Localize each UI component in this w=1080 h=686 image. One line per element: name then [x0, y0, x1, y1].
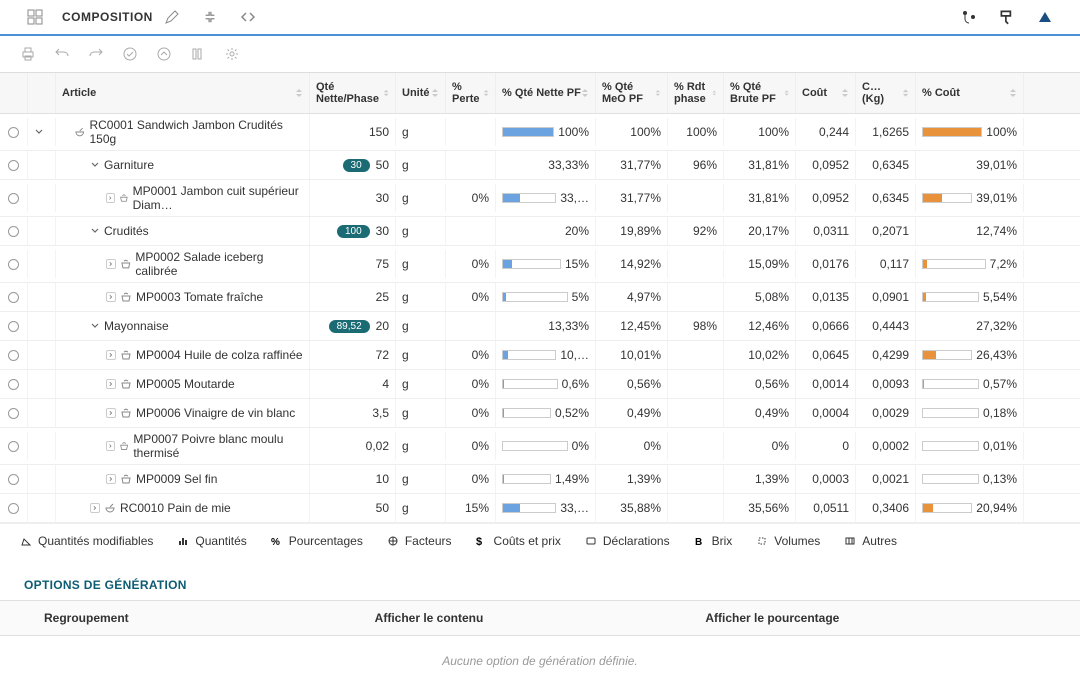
columns-icon[interactable] [190, 46, 206, 62]
table-row: MP0004 Huile de colza raffinée72g0%10,…1… [0, 341, 1080, 370]
check-circle-icon[interactable] [122, 46, 138, 62]
footer-tab[interactable]: $Coûts et prix [476, 534, 561, 548]
table-row: MP0001 Jambon cuit supérieur Diam…30g0%3… [0, 180, 1080, 217]
article-cell[interactable]: MP0006 Vinaigre de vin blanc [56, 399, 310, 427]
print-icon[interactable] [20, 46, 36, 62]
footer-tab[interactable]: Quantités modifiables [20, 534, 153, 548]
undo-icon[interactable] [54, 46, 70, 62]
triangle-up-icon[interactable] [1036, 8, 1054, 26]
table-toolbar [0, 36, 1080, 72]
col-header[interactable] [28, 73, 56, 113]
up-circle-icon[interactable] [156, 46, 172, 62]
footer-tab[interactable]: Autres [844, 534, 897, 548]
badge: 30 [343, 159, 370, 172]
table-row: MP0006 Vinaigre de vin blanc3,5g0%0,52%0… [0, 399, 1080, 428]
col-header[interactable]: % Qté Brute PF [724, 73, 796, 113]
opt-col-percent: Afficher le pourcentage [705, 611, 1036, 625]
article-cell[interactable]: RC0001 Sandwich Jambon Crudités 150g [56, 114, 310, 150]
article-cell[interactable]: MP0003 Tomate fraîche [56, 283, 310, 311]
table-row: MP0007 Poivre blanc moulu thermisé0,02g0… [0, 428, 1080, 465]
row-radio[interactable] [8, 503, 19, 514]
article-cell[interactable]: Garniture [56, 151, 310, 179]
col-header[interactable] [0, 73, 28, 113]
options-title: OPTIONS DE GÉNÉRATION [0, 558, 1080, 600]
footer-tab[interactable]: Quantités [177, 534, 246, 548]
footer-tab[interactable]: BBrix [694, 534, 733, 548]
row-radio[interactable] [8, 408, 19, 419]
col-header[interactable]: Qté Nette/Phase [310, 73, 396, 113]
col-header[interactable]: % Perte [446, 73, 496, 113]
footer-tab[interactable]: Facteurs [387, 534, 452, 548]
article-cell[interactable]: Crudités [56, 217, 310, 245]
code-icon[interactable] [239, 8, 257, 26]
redo-icon[interactable] [88, 46, 104, 62]
col-header[interactable]: C… (Kg) [856, 73, 916, 113]
row-radio[interactable] [8, 127, 19, 138]
table-row: Crudités10030g20%19,89%92%20,17%0,03110,… [0, 217, 1080, 246]
col-header[interactable]: Coût [796, 73, 856, 113]
article-cell[interactable]: MP0007 Poivre blanc moulu thermisé [56, 428, 310, 464]
svg-text:B: B [695, 537, 702, 547]
row-radio[interactable] [8, 193, 19, 204]
col-header[interactable]: % Rdt phase [668, 73, 724, 113]
collapse-icon[interactable] [201, 8, 219, 26]
row-radio[interactable] [8, 379, 19, 390]
footer-tab[interactable]: Déclarations [585, 534, 670, 548]
row-radio[interactable] [8, 350, 19, 361]
footer-tabs: Quantités modifiables Quantités %Pourcenta… [0, 523, 1080, 558]
row-radio[interactable] [8, 474, 19, 485]
gear-icon[interactable] [224, 46, 240, 62]
article-cell[interactable]: MP0001 Jambon cuit supérieur Diam… [56, 180, 310, 216]
pencil-icon[interactable] [163, 8, 181, 26]
table-row: RC0001 Sandwich Jambon Crudités 150g150g… [0, 114, 1080, 151]
col-header[interactable]: Article [56, 73, 310, 113]
svg-text:$: $ [476, 536, 482, 547]
composition-table: ArticleQté Nette/PhaseUnité% Perte% Qté … [0, 72, 1080, 523]
table-row: RC0010 Pain de mie50g15%33,…35,88%35,56%… [0, 494, 1080, 523]
table-header: ArticleQté Nette/PhaseUnité% Perte% Qté … [0, 73, 1080, 114]
col-header[interactable]: % Qté MeO PF [596, 73, 668, 113]
row-radio[interactable] [8, 226, 19, 237]
opt-col-content: Afficher le contenu [375, 611, 706, 625]
table-row: MP0003 Tomate fraîche25g0%5%4,97%5,08%0,… [0, 283, 1080, 312]
branch-icon[interactable] [960, 8, 978, 26]
badge: 100 [337, 225, 370, 238]
row-radio[interactable] [8, 292, 19, 303]
table-row: MP0002 Salade iceberg calibrée75g0%15%14… [0, 246, 1080, 283]
article-cell[interactable]: Mayonnaise [56, 312, 310, 340]
col-header[interactable]: % Qté Nette PF [496, 73, 596, 113]
topbar: COMPOSITION [0, 0, 1080, 36]
footer-tab[interactable]: Volumes [756, 534, 820, 548]
svg-text:%: % [271, 537, 280, 547]
article-cell[interactable]: MP0005 Moutarde [56, 370, 310, 398]
table-row: Mayonnaise89,5220g13,33%12,45%98%12,46%0… [0, 312, 1080, 341]
col-header[interactable]: % Coût [916, 73, 1024, 113]
article-cell[interactable]: MP0002 Salade iceberg calibrée [56, 246, 310, 282]
row-radio[interactable] [8, 321, 19, 332]
page-title: COMPOSITION [62, 10, 153, 24]
article-cell[interactable]: MP0004 Huile de colza raffinée [56, 341, 310, 369]
row-radio[interactable] [8, 441, 19, 452]
opt-col-regroup: Regroupement [44, 611, 375, 625]
row-radio[interactable] [8, 259, 19, 270]
table-row: MP0005 Moutarde4g0%0,6%0,56%0,56%0,00140… [0, 370, 1080, 399]
options-empty: Aucune option de génération définie. [0, 636, 1080, 686]
paint-icon[interactable] [998, 8, 1016, 26]
footer-tab[interactable]: %Pourcentages [271, 534, 363, 548]
col-header[interactable]: Unité [396, 73, 446, 113]
table-row: MP0009 Sel fin10g0%1,49%1,39%1,39%0,0003… [0, 465, 1080, 494]
row-radio[interactable] [8, 160, 19, 171]
grid-icon[interactable] [26, 8, 44, 26]
article-cell[interactable]: RC0010 Pain de mie [56, 494, 310, 522]
badge: 89,52 [329, 320, 370, 333]
article-cell[interactable]: MP0009 Sel fin [56, 465, 310, 493]
options-header: Regroupement Afficher le contenu Affiche… [0, 600, 1080, 636]
table-row: Garniture3050g33,33%31,77%96%31,81%0,095… [0, 151, 1080, 180]
